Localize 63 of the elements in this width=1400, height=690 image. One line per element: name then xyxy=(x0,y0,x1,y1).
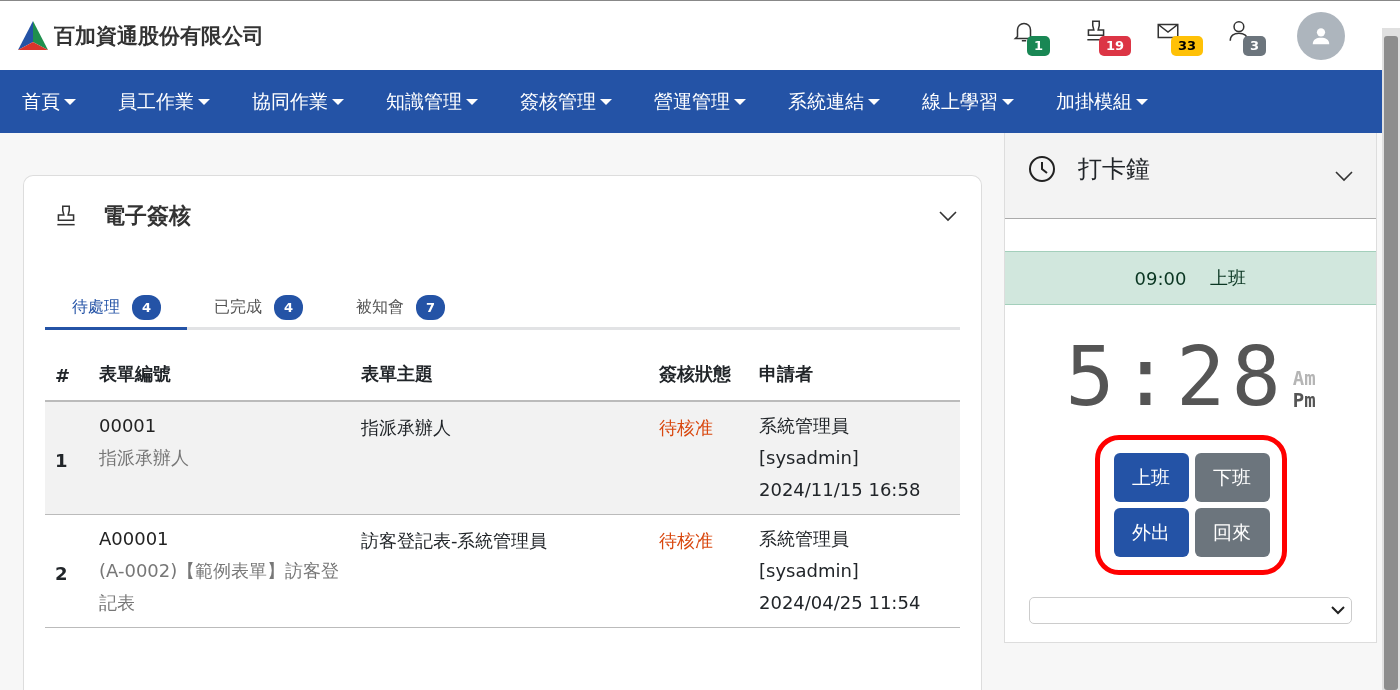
count-badge: 4 xyxy=(132,295,161,320)
card-title: 電子簽核 xyxy=(103,202,192,230)
status-text: 待核准 xyxy=(649,514,749,628)
clock-time: 5:28 xyxy=(1065,339,1287,415)
caret-icon xyxy=(600,98,612,105)
chevron-down-icon[interactable] xyxy=(1334,169,1354,182)
form-name: 指派承辦人 xyxy=(99,446,190,470)
punch-button[interactable]: 回來 xyxy=(1194,508,1270,557)
shift-time: 09:00 xyxy=(1134,267,1187,289)
caret-icon xyxy=(734,98,746,105)
menu-item[interactable]: 知識管理 xyxy=(386,88,478,115)
applicant-text: 2024/11/15 16:58 xyxy=(759,478,922,502)
status-text: 待核准 xyxy=(649,401,749,515)
shift-label: 上班 xyxy=(1210,266,1247,290)
caret-icon xyxy=(64,98,76,105)
applicant-text: [sysadmin] xyxy=(759,559,860,583)
punch-button[interactable]: 上班 xyxy=(1113,453,1189,502)
applicant-text: 系統管理員 xyxy=(759,527,850,551)
company-name: 百加資通股份有限公司 xyxy=(54,22,264,50)
menu-item[interactable]: 線上學習 xyxy=(922,88,1014,115)
menu-item[interactable]: 簽核管理 xyxy=(520,88,612,115)
am-indicator: Am xyxy=(1292,367,1316,389)
applicant-text: 2024/04/25 11:54 xyxy=(759,591,922,615)
caret-icon xyxy=(1002,98,1014,105)
scrollbar[interactable] xyxy=(1382,28,1400,690)
tab[interactable]: 已完成 4 xyxy=(187,288,329,330)
panel-title: 打卡鐘 xyxy=(1078,153,1151,185)
caret-icon xyxy=(332,98,344,105)
form-number: A00001 xyxy=(99,527,170,551)
pm-indicator: Pm xyxy=(1292,389,1316,411)
menu-item[interactable]: 營運管理 xyxy=(654,88,746,115)
applicant-text: [sysadmin] xyxy=(759,446,860,470)
table-cell: 2 xyxy=(45,514,89,628)
caret-icon xyxy=(868,98,880,105)
count-badge: 1 xyxy=(1027,35,1051,56)
chevron-down-icon[interactable] xyxy=(938,210,958,222)
clock-icon xyxy=(1028,154,1056,183)
menu-item[interactable]: 員工作業 xyxy=(118,88,210,115)
dropdown-field[interactable] xyxy=(1029,597,1352,624)
menu-item[interactable]: 首頁 xyxy=(22,88,76,115)
tab[interactable]: 被知會 7 xyxy=(329,288,471,330)
caret-icon xyxy=(466,98,478,105)
count-badge: 19 xyxy=(1099,35,1132,56)
table-cell: 訪客登記表-系統管理員 xyxy=(351,514,649,628)
table-cell: 指派承辦人 xyxy=(351,401,649,515)
punch-button[interactable]: 外出 xyxy=(1113,508,1189,557)
menu-item[interactable]: 加掛模組 xyxy=(1056,88,1148,115)
count-badge: 3 xyxy=(1243,35,1267,56)
punch-button[interactable]: 下班 xyxy=(1194,453,1270,502)
company-logo-icon xyxy=(16,19,50,52)
applicant-text: 系統管理員 xyxy=(759,414,850,438)
menu-item[interactable]: 系統連結 xyxy=(788,88,880,115)
count-badge: 4 xyxy=(274,295,303,320)
caret-icon xyxy=(198,98,210,105)
form-name: (A-0002)【範例表單】訪客登記表 xyxy=(99,559,341,615)
count-badge: 7 xyxy=(416,295,445,320)
tab[interactable]: 待處理 4 xyxy=(45,288,187,330)
caret-icon xyxy=(1136,98,1148,105)
chevron-down-icon xyxy=(1331,606,1345,615)
table-cell: 1 xyxy=(45,401,89,515)
count-badge: 33 xyxy=(1171,35,1204,56)
form-number: 00001 xyxy=(99,414,158,438)
menu-item[interactable]: 協同作業 xyxy=(252,88,344,115)
